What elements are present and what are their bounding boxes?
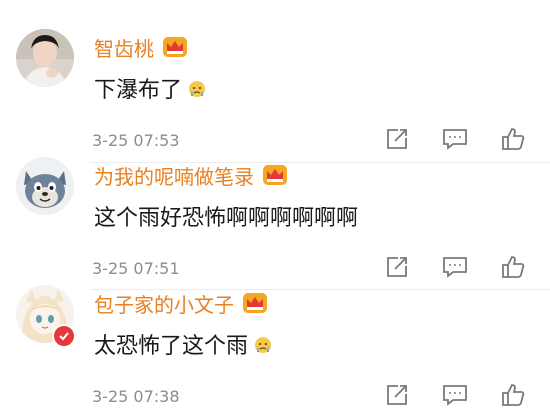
comment-icon[interactable]	[442, 382, 468, 408]
comment-text-row: 这个雨好恐怖啊啊啊啊啊啊	[94, 199, 358, 233]
man-avatar-icon	[16, 29, 74, 87]
comment-actions	[384, 121, 526, 157]
name-row: 为我的呢喃做笔录	[94, 159, 288, 191]
comment-icon[interactable]	[442, 126, 468, 152]
crying-emoji-icon	[254, 334, 272, 354]
user-avatar[interactable]	[16, 29, 74, 87]
comment-item: 为我的呢喃做笔录 这个雨好恐怖啊啊啊啊啊啊 3-25 07:51	[0, 157, 550, 291]
crown-icon	[162, 36, 188, 58]
comment-text: 太恐怖了这个雨	[94, 334, 249, 359]
repost-icon[interactable]	[384, 382, 410, 408]
comment-time: 3-25 07:53	[92, 131, 180, 150]
comment-item: 包子家的小文子 太恐怖了这个雨 3-25 07:38	[0, 285, 550, 419]
name-row: 包子家的小文子	[94, 287, 268, 319]
comment-text-row: 下瀑布了	[94, 71, 206, 105]
repost-icon[interactable]	[384, 126, 410, 152]
cartoon-cat-avatar-icon	[16, 157, 74, 215]
crying-emoji-icon	[188, 78, 206, 98]
comment-text: 这个雨好恐怖啊啊啊啊啊啊	[94, 206, 359, 231]
crown-icon	[242, 292, 268, 314]
comment-text: 下瀑布了	[94, 78, 183, 103]
like-icon[interactable]	[500, 254, 526, 280]
verified-badge-icon	[52, 324, 76, 348]
comment-actions	[384, 377, 526, 413]
comment-time: 3-25 07:38	[92, 387, 180, 406]
user-avatar[interactable]	[16, 157, 74, 215]
like-icon[interactable]	[500, 382, 526, 408]
crown-icon	[262, 164, 288, 186]
repost-icon[interactable]	[384, 254, 410, 280]
username[interactable]: 为我的呢喃做笔录	[94, 161, 254, 190]
comment-item: 智齿桃 下瀑布了 3-25 07:53	[0, 29, 550, 163]
like-icon[interactable]	[500, 126, 526, 152]
comment-icon[interactable]	[442, 254, 468, 280]
username[interactable]: 智齿桃	[94, 33, 154, 62]
comment-actions	[384, 249, 526, 285]
comment-text-row: 太恐怖了这个雨	[94, 327, 272, 361]
comment-time: 3-25 07:51	[92, 259, 180, 278]
name-row: 智齿桃	[94, 31, 188, 63]
username[interactable]: 包子家的小文子	[94, 289, 234, 318]
